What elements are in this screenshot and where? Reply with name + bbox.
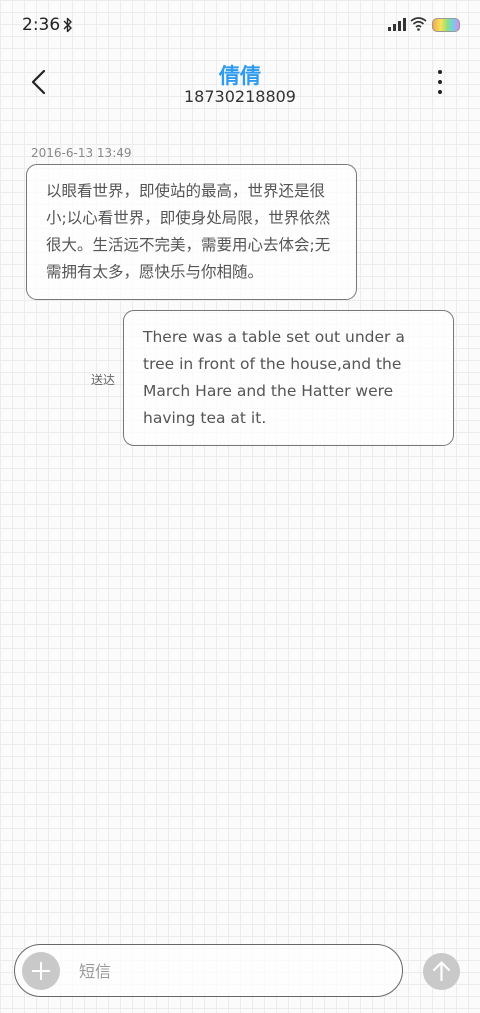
arrow-up-icon xyxy=(432,961,451,982)
message-text: There was a table set out under a tree i… xyxy=(143,328,405,427)
wifi-icon xyxy=(410,17,427,31)
battery-icon xyxy=(432,18,460,32)
status-bar: 2:36 xyxy=(0,0,480,52)
more-vertical-icon xyxy=(438,70,442,74)
send-button[interactable] xyxy=(423,953,460,990)
conversation-header: 倩倩 18730218809 xyxy=(0,56,480,112)
outgoing-message-bubble[interactable]: There was a table set out under a tree i… xyxy=(123,310,454,446)
incoming-message-bubble[interactable]: 以眼看世界，即使站的最高，世界还是很小;以心看世界，即使身处局限，世界依然很大。… xyxy=(26,164,357,300)
message-input[interactable] xyxy=(77,955,381,987)
message-text: 以眼看世界，即使站的最高，世界还是很小;以心看世界，即使身处局限，世界依然很大。… xyxy=(46,182,331,281)
contact-name: 倩倩 xyxy=(219,64,261,88)
message-timestamp: 2016-6-13 13:49 xyxy=(31,146,132,160)
bluetooth-icon xyxy=(63,17,72,33)
signal-icon xyxy=(388,18,406,31)
delivery-status: 送达 xyxy=(91,373,116,387)
status-time: 2:36 xyxy=(22,15,61,35)
more-vertical-icon xyxy=(438,90,442,94)
more-vertical-icon xyxy=(438,80,442,84)
contact-phone-number: 18730218809 xyxy=(184,87,296,106)
more-options-button[interactable] xyxy=(430,66,450,98)
add-attachment-button[interactable] xyxy=(22,952,60,990)
compose-bar xyxy=(14,944,403,997)
